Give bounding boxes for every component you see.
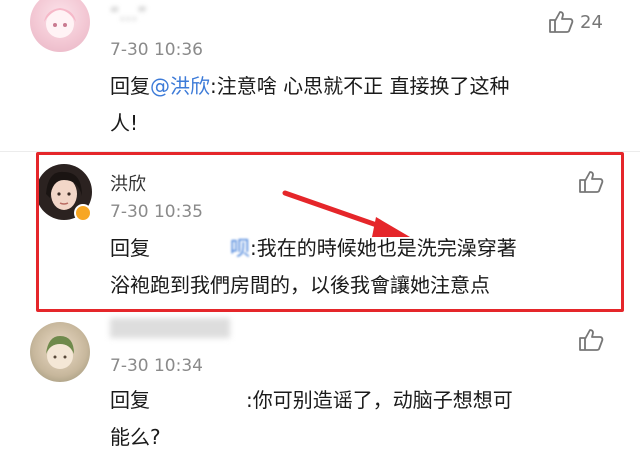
- arrow-icon: [282, 190, 410, 237]
- reply-prefix: 回复: [110, 74, 150, 98]
- thumbs-up-icon: [579, 329, 604, 351]
- avatar-image: [46, 336, 74, 369]
- comment-3: 7-30 10:34 回复 :你可别造谣了，动脑子想想可 能么?: [0, 314, 640, 465]
- username[interactable]: “…”: [110, 4, 147, 25]
- like-button[interactable]: [578, 328, 604, 352]
- reply-prefix: 回复: [110, 388, 150, 412]
- comment-text: 回复@洪欣:注意啥 心思就不正 直接换了这种 人!: [110, 68, 590, 142]
- avatar[interactable]: [30, 0, 90, 52]
- comment-body-line2: 能么?: [110, 425, 161, 449]
- avatar-image: [44, 8, 76, 38]
- comment-body-line2: 人!: [110, 111, 139, 135]
- thumbs-up-icon: [549, 11, 574, 33]
- comment-body: :你可别造谣了，动脑子想想可: [246, 388, 513, 412]
- timestamp: 7-30 10:36: [110, 40, 203, 60]
- timestamp: 7-30 10:34: [110, 356, 203, 376]
- avatar[interactable]: [30, 322, 90, 382]
- mention-link[interactable]: [150, 382, 246, 419]
- mention-link[interactable]: @洪欣: [150, 74, 210, 98]
- comment-1: “…” 7-30 10:36 24 回复@洪欣:注意啥 心思就不正 直接换了这种…: [0, 0, 640, 150]
- comment-text: 回复 :你可别造谣了，动脑子想想可 能么?: [110, 382, 610, 456]
- like-count: 24: [580, 11, 603, 33]
- like-button[interactable]: 24: [548, 10, 603, 34]
- comment-body: :注意啥 心思就不正 直接换了这种: [210, 74, 510, 98]
- username[interactable]: [110, 318, 230, 338]
